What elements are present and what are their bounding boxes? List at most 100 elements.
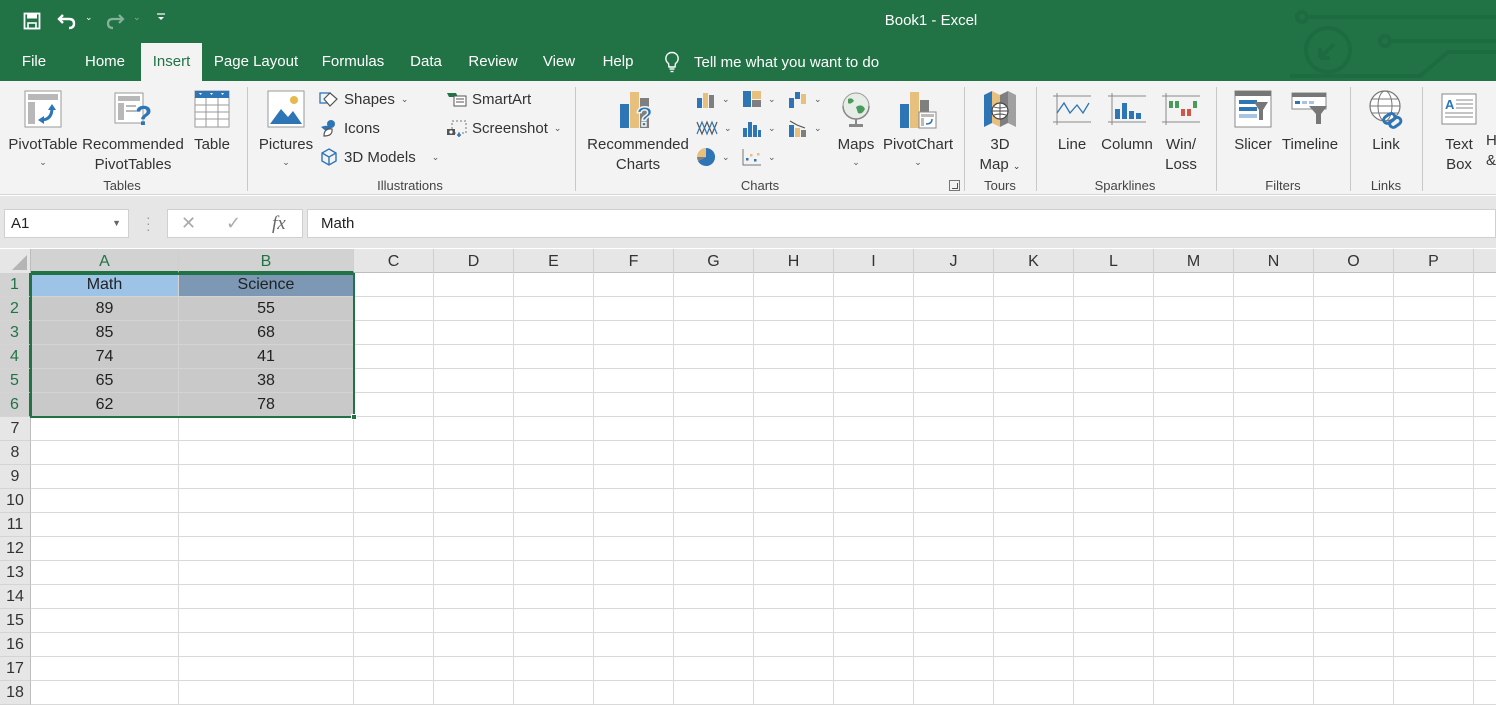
column-header-c[interactable]: C xyxy=(354,249,434,273)
tab-file[interactable]: File xyxy=(10,43,58,81)
tab-page-layout[interactable]: Page Layout xyxy=(207,43,305,81)
column-header-k[interactable]: K xyxy=(994,249,1074,273)
redo-button[interactable] xyxy=(104,10,126,32)
insert-scatter-chart-button[interactable]: ⌄ xyxy=(742,145,776,169)
tab-data[interactable]: Data xyxy=(402,43,450,81)
row-header-8[interactable]: 8 xyxy=(0,441,31,465)
worksheet-grid[interactable]: ABCDEFGHIJKLMNOP 1 2 3 4 5 6 7 8 9 10 11 12 13 14 15 16… xyxy=(0,249,1496,705)
row-header-3[interactable]: 3 xyxy=(0,321,31,345)
column-header-f[interactable]: F xyxy=(594,249,674,273)
row-header-13[interactable]: 13 xyxy=(0,561,31,585)
text-box-button[interactable]: A Text Box xyxy=(1436,81,1482,175)
pivotchart-button[interactable]: PivotChart ⌄ xyxy=(882,81,954,169)
table-cell[interactable]: 62 xyxy=(31,393,179,417)
slicer-button[interactable]: Slicer xyxy=(1228,81,1278,155)
row-header-4[interactable]: 4 xyxy=(0,345,31,369)
recommended-pivottables-button[interactable]: ? Recommended PivotTables xyxy=(82,81,184,175)
3d-map-button[interactable]: 3D Map ⌄ xyxy=(972,81,1028,176)
column-header-i[interactable]: I xyxy=(834,249,914,273)
tab-insert[interactable]: Insert xyxy=(141,43,202,81)
sparkline-line-button[interactable]: Line xyxy=(1048,81,1096,155)
row-header-10[interactable]: 10 xyxy=(0,489,31,513)
row-header-11[interactable]: 11 xyxy=(0,513,31,537)
row-header-2[interactable]: 2 xyxy=(0,297,31,321)
row-header-5[interactable]: 5 xyxy=(0,369,31,393)
sparkline-win-loss-button[interactable]: Win/ Loss xyxy=(1158,81,1204,175)
recommended-charts-button[interactable]: ? Recommended Charts xyxy=(586,81,690,175)
select-all-button[interactable] xyxy=(0,249,31,273)
undo-dropdown[interactable]: ⌄ xyxy=(85,12,93,23)
cancel-icon[interactable]: ✕ xyxy=(181,213,196,234)
row-header-14[interactable]: 14 xyxy=(0,585,31,609)
insert-waterfall-chart-button[interactable]: ⌄ xyxy=(788,87,822,111)
pictures-button[interactable]: Pictures ⌄ xyxy=(256,81,316,169)
insert-statistic-chart-button[interactable]: ⌄ xyxy=(742,116,776,140)
table-cell[interactable]: 65 xyxy=(31,369,179,393)
column-header-h[interactable]: H xyxy=(754,249,834,273)
timeline-button[interactable]: Timeline xyxy=(1280,81,1340,155)
tab-help[interactable]: Help xyxy=(594,43,642,81)
table-header-cell[interactable]: Math xyxy=(31,273,179,297)
insert-pie-chart-button[interactable]: ⌄ xyxy=(696,145,730,169)
table-header-cell[interactable]: Science xyxy=(179,273,354,297)
charts-dialog-launcher[interactable] xyxy=(949,180,960,191)
column-header-e[interactable]: E xyxy=(514,249,594,273)
shapes-button[interactable]: Shapes ⌄ xyxy=(318,87,408,111)
insert-function-icon[interactable]: fx xyxy=(272,213,286,235)
column-header-j[interactable]: J xyxy=(914,249,994,273)
column-header-l[interactable]: L xyxy=(1074,249,1154,273)
row-header-15[interactable]: 15 xyxy=(0,609,31,633)
formula-bar-resize-handle[interactable]: · · · xyxy=(146,210,151,236)
redo-dropdown[interactable]: ⌄ xyxy=(133,12,141,23)
column-header-g[interactable]: G xyxy=(674,249,754,273)
maps-button[interactable]: Maps ⌄ xyxy=(834,81,878,169)
tab-formulas[interactable]: Formulas xyxy=(314,43,392,81)
table-cell[interactable]: 41 xyxy=(179,345,354,369)
column-header-o[interactable]: O xyxy=(1314,249,1394,273)
customize-qat-button[interactable] xyxy=(157,12,165,22)
column-header-n[interactable]: N xyxy=(1234,249,1314,273)
icons-button[interactable]: Icons xyxy=(318,116,380,140)
tab-view[interactable]: View xyxy=(534,43,584,81)
column-header-a[interactable]: A xyxy=(31,249,179,273)
fill-handle[interactable] xyxy=(351,414,357,420)
row-header-12[interactable]: 12 xyxy=(0,537,31,561)
table-cell[interactable]: 85 xyxy=(31,321,179,345)
table-cell[interactable]: 38 xyxy=(179,369,354,393)
name-box[interactable]: A1 ▼ xyxy=(4,209,129,238)
header-footer-button[interactable]: H & xyxy=(1486,131,1496,171)
save-button[interactable] xyxy=(22,11,42,31)
column-header-m[interactable]: M xyxy=(1154,249,1234,273)
table-cell[interactable]: 55 xyxy=(179,297,354,321)
table-cell[interactable]: 74 xyxy=(31,345,179,369)
column-header-b[interactable]: B xyxy=(179,249,354,273)
enter-icon[interactable]: ✓ xyxy=(226,213,241,234)
insert-line-chart-button[interactable]: ⌄ xyxy=(696,116,732,140)
table-button[interactable]: Table xyxy=(190,81,234,155)
formula-input[interactable]: Math xyxy=(307,209,1496,238)
insert-column-chart-button[interactable]: ⌄ xyxy=(696,87,730,111)
screenshot-button[interactable]: Screenshot ⌄ xyxy=(446,116,561,140)
undo-button[interactable] xyxy=(56,10,78,32)
column-header-p[interactable]: P xyxy=(1394,249,1474,273)
insert-hierarchy-chart-button[interactable]: ⌄ xyxy=(742,87,776,111)
row-header-1[interactable]: 1 xyxy=(0,273,31,297)
link-button[interactable]: Link xyxy=(1362,81,1410,155)
smartart-button[interactable]: SmartArt xyxy=(446,87,531,111)
row-header-9[interactable]: 9 xyxy=(0,465,31,489)
row-header-6[interactable]: 6 xyxy=(0,393,31,417)
table-cell[interactable]: 68 xyxy=(179,321,354,345)
row-header-16[interactable]: 16 xyxy=(0,633,31,657)
row-header-7[interactable]: 7 xyxy=(0,417,31,441)
tell-me-search[interactable]: Tell me what you want to do xyxy=(664,43,879,81)
tab-home[interactable]: Home xyxy=(72,43,138,81)
insert-combo-chart-button[interactable]: ⌄ xyxy=(788,116,822,140)
column-header-d[interactable]: D xyxy=(434,249,514,273)
table-cell[interactable]: 78 xyxy=(179,393,354,417)
row-header-17[interactable]: 17 xyxy=(0,657,31,681)
table-cell[interactable]: 89 xyxy=(31,297,179,321)
pivottable-button[interactable]: PivotTable ⌄ xyxy=(5,81,81,169)
row-header-18[interactable]: 18 xyxy=(0,681,31,705)
tab-review[interactable]: Review xyxy=(461,43,525,81)
sparkline-column-button[interactable]: Column xyxy=(1098,81,1156,155)
